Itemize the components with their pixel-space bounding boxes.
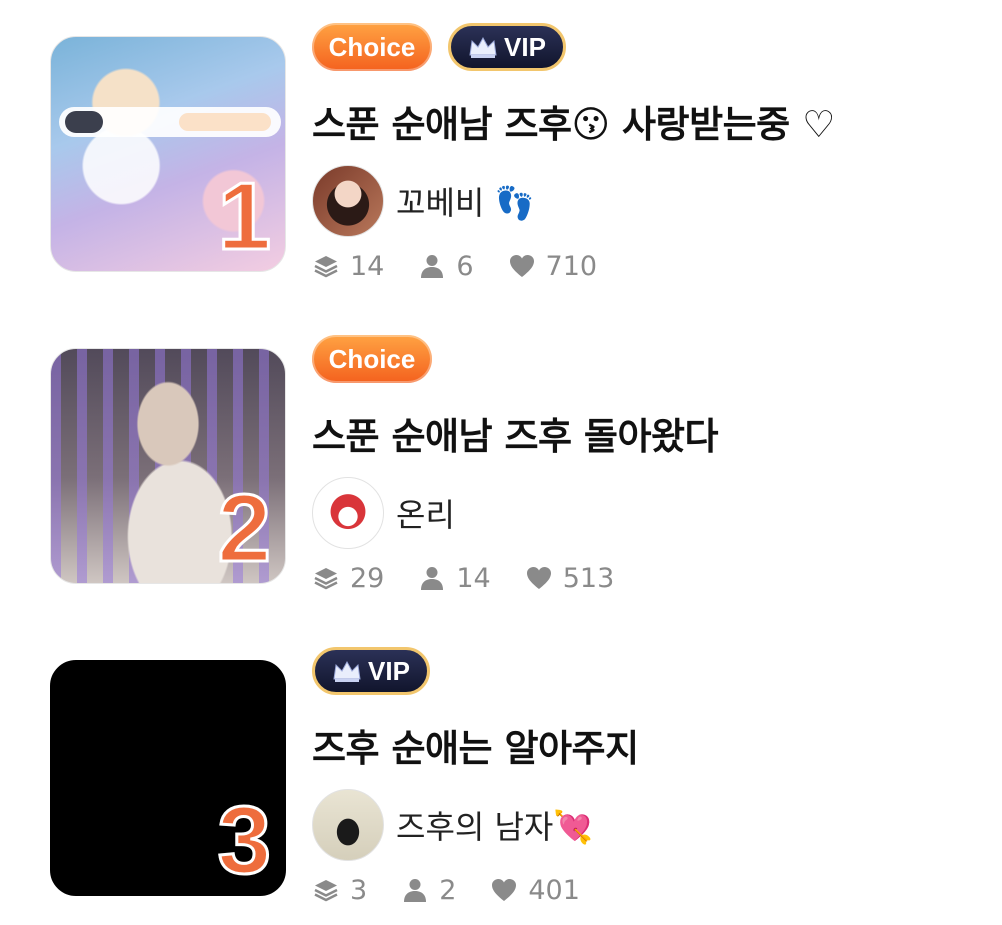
layers-count: 14 (350, 250, 385, 282)
layers-icon (314, 256, 338, 278)
stat-users: 14 (418, 562, 491, 594)
layers-icon (314, 568, 338, 590)
avatar[interactable] (312, 789, 384, 861)
heart-icon (526, 567, 551, 589)
vip-badge: VIP (312, 647, 430, 695)
author-name[interactable]: 온리 (396, 490, 455, 536)
vip-badge: VIP (448, 23, 566, 71)
likes-count: 401 (528, 874, 580, 906)
badge-row: Choice (312, 335, 432, 383)
avatar[interactable] (312, 165, 384, 237)
avatar[interactable] (312, 477, 384, 549)
heart-icon (492, 879, 517, 901)
author-name[interactable]: 즈후의 남자💘 (396, 802, 593, 848)
layers-count: 3 (350, 874, 368, 906)
vip-label: VIP (368, 655, 410, 686)
item-title[interactable]: 스푼 순애남 즈후 돌아왔다 (312, 406, 719, 460)
item-title[interactable]: 즈후 순애는 알아주지 (312, 718, 639, 772)
stat-users: 6 (418, 250, 474, 282)
rank-number: 3 (216, 787, 272, 894)
stat-layers: 29 (312, 563, 384, 594)
stat-likes: 401 (490, 875, 580, 906)
badge-row: Choice VIP (312, 23, 566, 71)
list-item-rank-3[interactable]: 3 VIP 즈후 순애는 알아주지 즈후의 남자💘 3 2 401 (0, 647, 1002, 906)
author-row[interactable]: 온리 (312, 476, 455, 550)
list-item-rank-2[interactable]: 2 Choice 스푼 순애남 즈후 돌아왔다 온리 29 14 513 (0, 335, 1002, 594)
stats-row: 3 2 401 (312, 872, 580, 908)
stat-likes: 513 (525, 562, 615, 594)
user-icon (421, 255, 444, 278)
item-info: Choice VIP 스푼 순애남 즈후😗 사랑받는중 ♡ 꼬베비 👣 14 6… (312, 23, 992, 282)
layers-count: 29 (350, 562, 385, 594)
thumbnail-image[interactable]: 2 (50, 348, 286, 584)
stats-row: 14 6 710 (312, 248, 597, 284)
item-title[interactable]: 스푼 순애남 즈후😗 사랑받는중 ♡ (312, 94, 835, 148)
crown-icon (333, 660, 361, 682)
item-info: Choice 스푼 순애남 즈후 돌아왔다 온리 29 14 513 (312, 335, 992, 594)
choice-badge: Choice (312, 23, 432, 71)
choice-badge: Choice (312, 335, 432, 383)
stat-layers: 3 (312, 875, 367, 906)
stat-layers: 14 (312, 251, 384, 282)
crown-icon (469, 36, 497, 58)
ranking-list: 1 Choice VIP 스푼 순애남 즈후😗 사랑받는중 ♡ 꼬베비 👣 14… (0, 0, 1002, 925)
stat-users: 2 (401, 875, 456, 906)
author-name[interactable]: 꼬베비 👣 (396, 178, 534, 224)
badge-row: VIP (312, 647, 430, 695)
user-icon (404, 879, 427, 902)
likes-count: 710 (545, 250, 598, 282)
rank-number: 2 (216, 475, 272, 582)
stat-likes: 710 (508, 250, 598, 282)
layers-icon (314, 880, 338, 902)
list-item-rank-1[interactable]: 1 Choice VIP 스푼 순애남 즈후😗 사랑받는중 ♡ 꼬베비 👣 14… (0, 23, 1002, 282)
author-row[interactable]: 즈후의 남자💘 (312, 788, 593, 862)
heart-icon (509, 255, 534, 277)
rank-number: 1 (216, 163, 272, 270)
vip-label: VIP (504, 31, 546, 62)
users-count: 14 (456, 562, 491, 594)
user-icon (421, 567, 444, 590)
stats-row: 29 14 513 (312, 560, 614, 596)
thumbnail-image[interactable]: 3 (50, 660, 286, 896)
author-row[interactable]: 꼬베비 👣 (312, 164, 534, 238)
users-count: 6 (456, 250, 474, 282)
users-count: 2 (439, 874, 457, 906)
item-info: VIP 즈후 순애는 알아주지 즈후의 남자💘 3 2 401 (312, 647, 992, 906)
thumbnail-banner (59, 107, 281, 137)
likes-count: 513 (562, 562, 615, 594)
thumbnail-image[interactable]: 1 (50, 36, 286, 272)
